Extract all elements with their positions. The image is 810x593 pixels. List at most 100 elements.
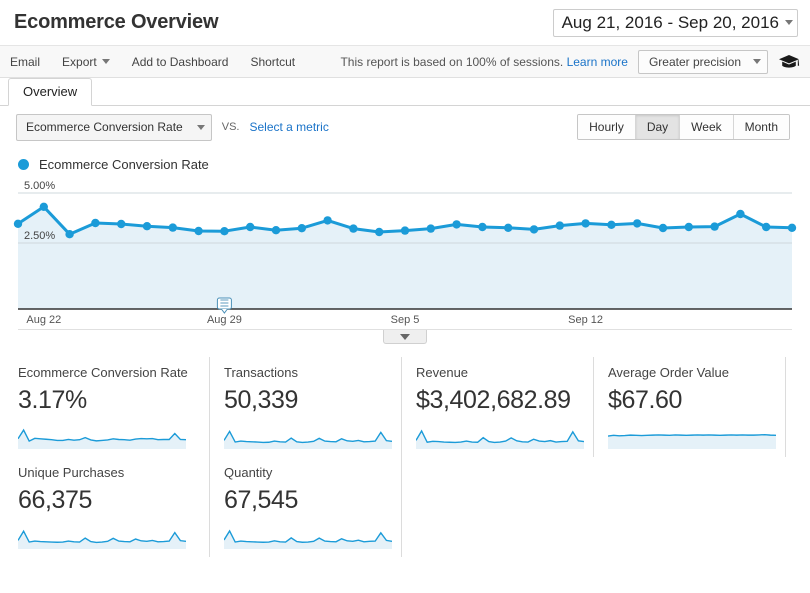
export-button[interactable]: Export [62, 55, 110, 69]
primary-metric-label: Ecommerce Conversion Rate [26, 120, 183, 134]
chart-data-point [168, 223, 177, 232]
sparkline-path [18, 529, 186, 544]
chart-legend: Ecommerce Conversion Rate [0, 148, 810, 174]
granularity-toggle-group: Hourly Day Week Month [577, 114, 790, 140]
main-chart-svg[interactable]: 2.50% 5.00% Aug 22 Aug 29 Sep 5 Sep 12 [0, 174, 810, 329]
metric-card-label: Ecommerce Conversion Rate [18, 365, 188, 380]
metric-card-sparkline [18, 428, 186, 449]
chart-data-point [271, 226, 281, 235]
chart-data-point [246, 222, 255, 232]
metric-card[interactable]: Unique Purchases 66,375 [18, 457, 210, 557]
report-tabs: Overview [0, 78, 810, 106]
chart-data-point [349, 224, 358, 233]
shortcut-button[interactable]: Shortcut [250, 55, 295, 69]
chart-data-point [555, 221, 564, 230]
metric-card-sparkline [416, 429, 584, 449]
legend-series-label: Ecommerce Conversion Rate [39, 156, 209, 172]
metric-card-value: 67,545 [224, 486, 299, 514]
chart-data-point [39, 202, 48, 211]
chevron-down-icon [101, 59, 110, 64]
metric-card-label: Unique Purchases [18, 465, 125, 480]
email-button[interactable]: Email [10, 55, 40, 69]
sparkline-area [224, 530, 392, 549]
metric-card-label: Revenue [416, 365, 469, 380]
sampling-message: This report is based on 100% of sessions… [340, 55, 628, 69]
granularity-hourly[interactable]: Hourly [578, 115, 636, 139]
chart-data-point [194, 226, 203, 236]
chart-xtick-label: Sep 5 [391, 314, 420, 326]
chart-data-point [633, 219, 642, 228]
granularity-day[interactable]: Day [635, 115, 681, 139]
chevron-down-icon [753, 59, 761, 64]
add-to-dashboard-button[interactable]: Add to Dashboard [132, 55, 229, 69]
metric-card[interactable]: Transactions 50,339 [210, 357, 402, 457]
chart-data-point [581, 219, 590, 228]
graduation-cap-icon[interactable] [778, 54, 800, 70]
metric-card-sparkline [608, 433, 776, 449]
chevron-down-icon [196, 124, 205, 130]
chart-ytick-label: 2.50% [24, 230, 55, 242]
metric-card-value: $67.60 [608, 386, 683, 414]
toolbar-right-group: This report is based on 100% of sessions… [340, 49, 802, 74]
sampling-text: This report is based on 100% of sessions… [340, 54, 564, 69]
chart-xtick-label: Aug 22 [26, 314, 61, 326]
metric-card-sparkline [224, 430, 392, 449]
primary-metric-dropdown[interactable]: Ecommerce Conversion Rate [16, 113, 212, 141]
chart-data-point [142, 222, 152, 231]
date-range-picker[interactable]: Aug 21, 2016 - Sep 20, 2016 [552, 8, 798, 37]
export-label: Export [62, 54, 97, 69]
chart-data-point [426, 224, 435, 233]
granularity-week[interactable]: Week [680, 115, 734, 139]
granularity-week-label: Week [691, 120, 722, 134]
sparkline-path [224, 430, 392, 444]
chevron-down-icon [785, 20, 793, 25]
metric-card[interactable]: Quantity 67,545 [210, 457, 402, 557]
chart-data-point [478, 222, 487, 232]
vs-label: VS. [221, 121, 240, 133]
sparkline-area [224, 431, 392, 449]
metric-card-value: 3.17% [18, 386, 87, 414]
chart-xtick-label: Sep 12 [568, 314, 603, 326]
shortcut-label: Shortcut [250, 54, 296, 69]
legend-series-dot-icon [18, 158, 29, 170]
ecommerce-overview-page: Ecommerce Overview Aug 21, 2016 - Sep 20… [0, 0, 810, 593]
granularity-day-label: Day [646, 120, 669, 134]
metric-card-sparkline [224, 529, 392, 549]
metric-controls: Ecommerce Conversion Rate VS. Select a m… [0, 106, 810, 148]
tab-overview-label: Overview [23, 84, 78, 99]
metric-card[interactable]: Average Order Value $67.60 [594, 357, 786, 457]
chevron-down-icon [400, 333, 410, 340]
sparkline-area [608, 434, 776, 449]
chart-data-point [787, 223, 797, 232]
page-title: Ecommerce Overview [14, 11, 219, 33]
chart-data-point [375, 227, 384, 237]
metric-card-value: 50,339 [224, 386, 299, 414]
tab-overview[interactable]: Overview [8, 78, 93, 106]
metric-cards: Ecommerce Conversion Rate 3.17% Transactio… [0, 347, 810, 557]
metric-card-label: Average Order Value [608, 365, 729, 380]
sparkline-path [224, 529, 392, 543]
chart-data-point [658, 223, 668, 233]
main-chart[interactable]: 2.50% 5.00% Aug 22 Aug 29 Sep 5 Sep 12 [0, 174, 810, 329]
granularity-hourly-label: Hourly [589, 120, 624, 134]
metric-card-value: 66,375 [18, 486, 93, 514]
chart-footer [18, 329, 792, 347]
metric-card-label: Transactions [224, 365, 298, 380]
chart-xtick-label: Aug 29 [207, 314, 242, 326]
annotation-icon [216, 297, 232, 314]
metric-card-label: Quantity [224, 465, 273, 480]
learn-more-link[interactable]: Learn more [567, 55, 628, 69]
chart-data-point [400, 226, 410, 235]
chart-data-point [762, 222, 771, 232]
select-a-metric-link[interactable]: Select a metric [249, 120, 328, 134]
precision-dropdown[interactable]: Greater precision [637, 49, 768, 74]
chart-data-point [91, 218, 100, 228]
metric-card[interactable]: Revenue $3,402,682.89 [402, 357, 594, 457]
metric-card[interactable]: Ecommerce Conversion Rate 3.17% [18, 357, 210, 457]
sparkline-area [416, 430, 584, 449]
granularity-month[interactable]: Month [733, 115, 789, 139]
chart-expand-handle[interactable] [383, 330, 427, 344]
chart-data-point [452, 220, 461, 229]
metric-card-value: $3,402,682.89 [416, 386, 571, 414]
sparkline-path [416, 429, 584, 444]
